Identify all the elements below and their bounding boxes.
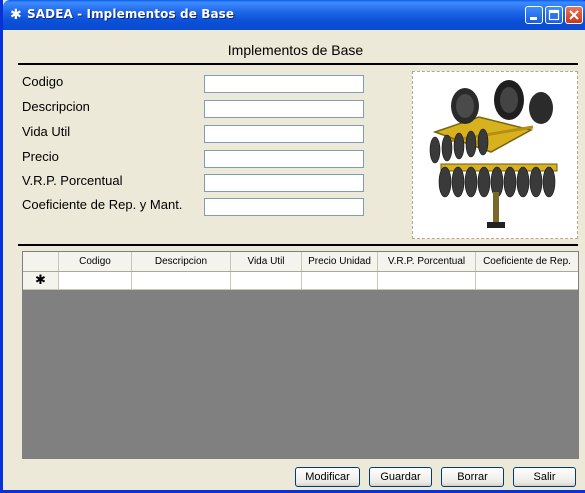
coeficiente-field[interactable] [204,198,364,216]
asterisk-icon: ✱ [10,7,22,23]
column-header-coeficiente[interactable]: Coeficiente de Rep. [476,252,578,271]
grid-cell[interactable] [231,272,302,290]
grid-cell[interactable] [378,272,476,290]
close-icon [569,10,579,20]
new-row[interactable]: ✱ [23,272,578,290]
section-title: Implementos de Base [227,42,364,58]
grid-header: Codigo Descripcion Vida Util Precio Unid… [23,252,578,272]
window-title: SADEA - Implementos de Base [27,7,235,21]
column-header-descripcion[interactable]: Descripcion [132,252,231,271]
new-row-marker[interactable]: ✱ [23,272,59,290]
codigo-field[interactable] [204,75,364,93]
disc-harrow-implement-image [413,72,577,238]
precio-field[interactable] [204,150,364,168]
precio-label: Precio [22,149,59,164]
app-window: ✱ SADEA - Implementos de Base Implemento… [0,0,585,493]
grid-cell[interactable] [132,272,231,290]
close-button[interactable] [565,6,583,24]
modificar-button[interactable]: Modificar [295,467,360,487]
coeficiente-label: Coeficiente de Rep. y Mant. [22,197,183,212]
grid-cell[interactable] [59,272,132,290]
implementos-grid[interactable]: Codigo Descripcion Vida Util Precio Unid… [22,251,579,459]
codigo-label: Codigo [22,74,64,89]
top-divider [18,63,578,65]
descripcion-field[interactable] [204,100,364,118]
column-header-vrp-porcentual[interactable]: V.R.P. Porcentual [378,252,476,271]
salir-button[interactable]: Salir [513,467,576,487]
vrp-porcentual-label: V.R.P. Porcentual [22,173,123,188]
descripcion-label: Descripcion [22,99,90,114]
column-header-vida-util[interactable]: Vida Util [231,252,302,271]
grid-row-header-corner [23,252,59,271]
maximize-icon [548,9,560,21]
bottom-divider [18,244,578,246]
grid-cell[interactable] [476,272,578,290]
minimize-icon [530,17,537,20]
implement-picture [412,71,578,239]
main-panel: Implementos de Base Codigo Descripcion V… [6,30,585,490]
guardar-button[interactable]: Guardar [369,467,432,487]
maximize-button[interactable] [545,6,563,24]
column-header-codigo[interactable]: Codigo [59,252,132,271]
borrar-button[interactable]: Borrar [441,467,504,487]
vrp-porcentual-field[interactable] [204,174,364,192]
title-bar[interactable]: ✱ SADEA - Implementos de Base [3,0,585,30]
vida-util-label: Vida Util [22,124,71,139]
vida-util-field[interactable] [204,125,364,143]
column-header-precio-unidad[interactable]: Precio Unidad [302,252,378,271]
minimize-button[interactable] [525,6,543,24]
grid-cell[interactable] [302,272,378,290]
